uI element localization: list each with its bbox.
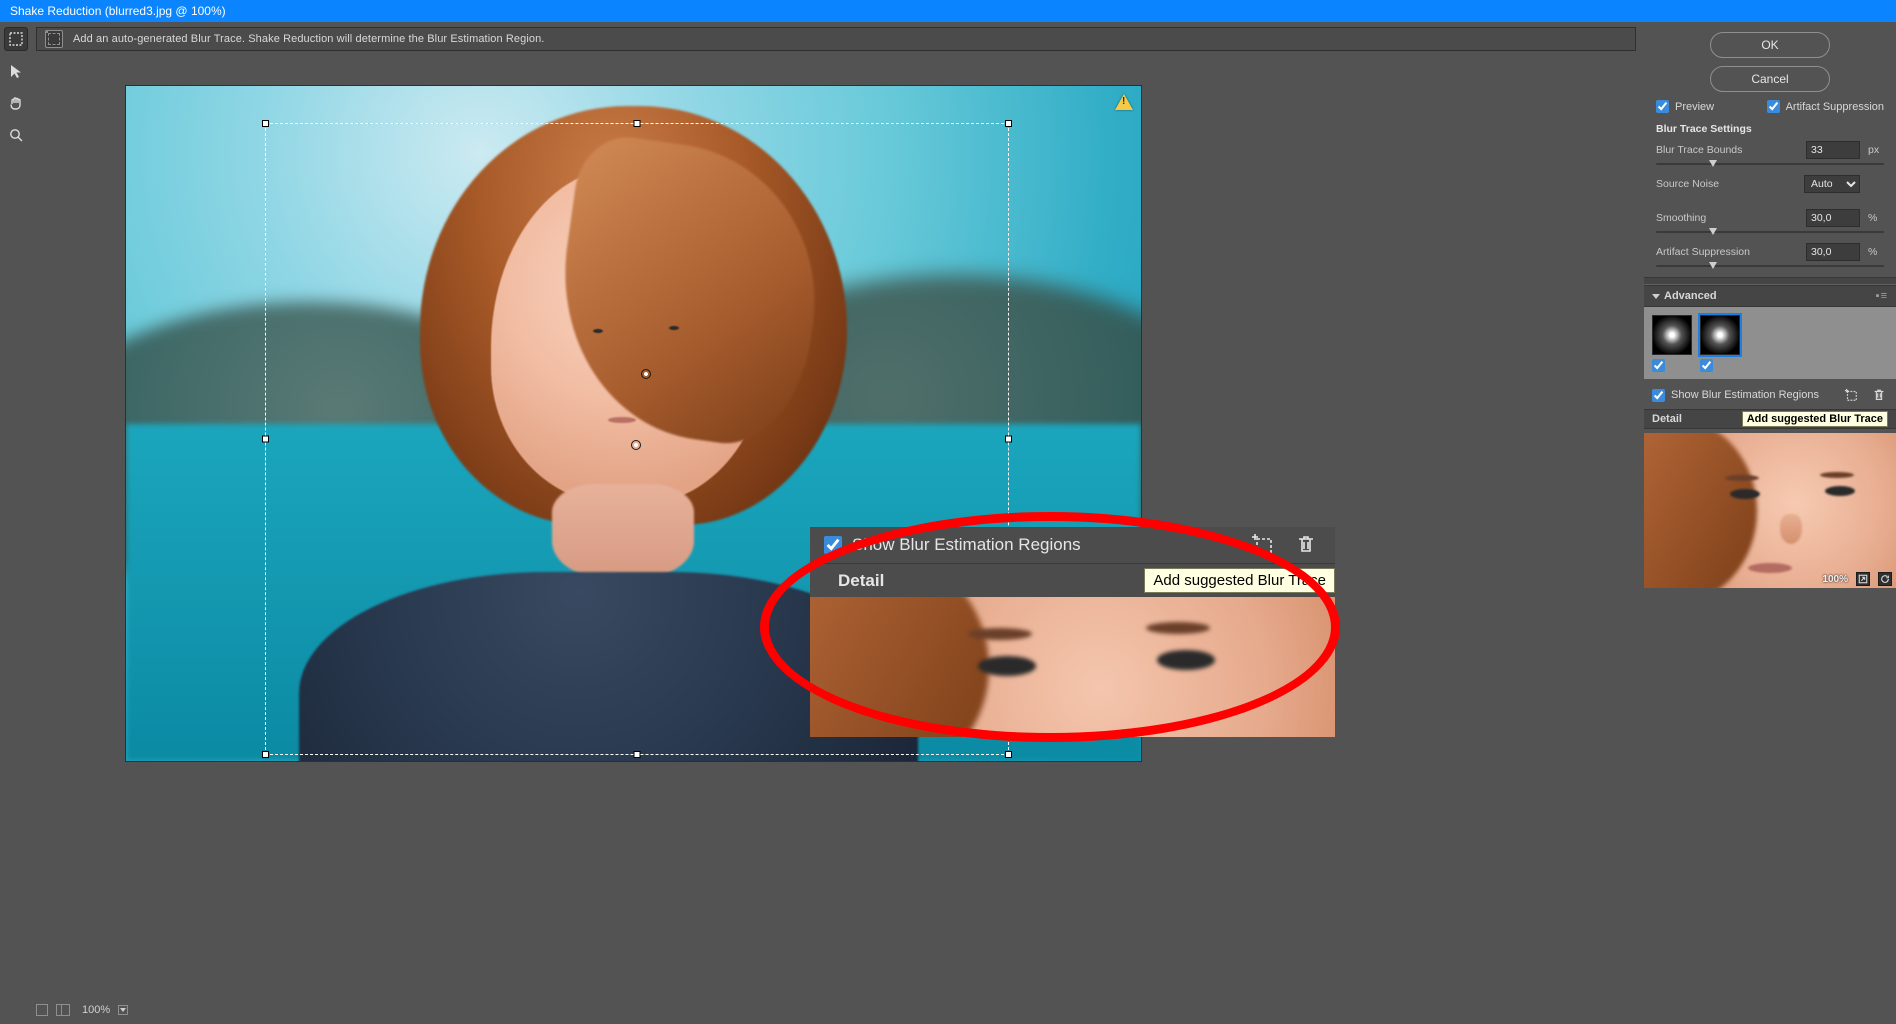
- blur-trace-icon: [45, 30, 63, 48]
- handle-bm[interactable]: [634, 751, 641, 758]
- detail-zoom: 100%: [1822, 574, 1848, 585]
- handle-tl[interactable]: [262, 120, 269, 127]
- callout-detail-label: Detail: [838, 571, 884, 591]
- suppression-label: Artifact Suppression: [1656, 246, 1798, 258]
- smoothing-slider[interactable]: [1656, 231, 1884, 233]
- panel-menu-icon[interactable]: ▪≡: [1876, 290, 1888, 302]
- noise-select[interactable]: Auto: [1804, 175, 1860, 193]
- suppression-input[interactable]: [1806, 243, 1860, 261]
- artifact-label: Artifact Suppression: [1786, 101, 1884, 113]
- undock-icon[interactable]: [1856, 572, 1870, 586]
- bounds-unit: px: [1868, 144, 1884, 156]
- ok-button[interactable]: OK: [1710, 32, 1830, 58]
- view-split-icon[interactable]: [56, 1004, 70, 1016]
- show-regions-checkbox[interactable]: Show Blur Estimation Regions: [1652, 389, 1819, 402]
- add-blur-trace-button[interactable]: [1842, 387, 1860, 403]
- bounds-label: Blur Trace Bounds: [1656, 144, 1798, 156]
- bounds-slider[interactable]: [1656, 163, 1884, 165]
- blur-trace-thumbnails: [1644, 307, 1896, 379]
- trace-thumb-2-check[interactable]: [1700, 359, 1713, 372]
- zoom-tool[interactable]: [4, 123, 28, 147]
- suppression-slider[interactable]: [1656, 265, 1884, 267]
- handle-tm[interactable]: [634, 120, 641, 127]
- handle-bl[interactable]: [262, 751, 269, 758]
- settings-title: Blur Trace Settings: [1656, 123, 1884, 135]
- trace-thumb-2[interactable]: [1700, 315, 1740, 375]
- status-bar: 100%: [36, 1000, 1636, 1020]
- trace-node[interactable]: [631, 440, 641, 450]
- handle-mr[interactable]: [1005, 436, 1012, 443]
- show-regions-label: Show Blur Estimation Regions: [1671, 389, 1819, 401]
- delete-blur-trace-button[interactable]: [1870, 387, 1888, 403]
- preview-checkbox[interactable]: Preview: [1656, 100, 1714, 113]
- smoothing-input[interactable]: [1806, 209, 1860, 227]
- bounds-input[interactable]: [1806, 141, 1860, 159]
- detail-loupe[interactable]: 100%: [1644, 433, 1896, 588]
- callout-show-regions[interactable]: Show Blur Estimation Regions: [824, 535, 1081, 555]
- direct-select-tool[interactable]: [4, 59, 28, 83]
- warning-icon: [1115, 94, 1133, 110]
- preview-label: Preview: [1675, 101, 1714, 113]
- hand-tool[interactable]: [4, 91, 28, 115]
- right-panel: OK Cancel Preview Artifact Suppression B…: [1644, 22, 1896, 1024]
- window-titlebar: Shake Reduction (blurred3.jpg @ 100%): [0, 0, 1896, 22]
- handle-ml[interactable]: [262, 436, 269, 443]
- refresh-icon[interactable]: [1878, 572, 1892, 586]
- trace-thumb-1-check[interactable]: [1652, 359, 1665, 372]
- handle-br[interactable]: [1005, 751, 1012, 758]
- suppression-unit: %: [1868, 246, 1884, 258]
- tool-strip: [4, 27, 32, 147]
- blur-trace-tool[interactable]: [4, 27, 28, 51]
- view-single-icon[interactable]: [36, 1004, 48, 1016]
- annotation-callout: Show Blur Estimation Regions Detail Add …: [810, 527, 1335, 737]
- noise-label: Source Noise: [1656, 178, 1796, 190]
- trace-node[interactable]: [641, 369, 651, 379]
- options-hint: Add an auto-generated Blur Trace. Shake …: [73, 33, 544, 45]
- window-title: Shake Reduction (blurred3.jpg @ 100%): [10, 4, 226, 18]
- trace-thumb-1[interactable]: [1652, 315, 1692, 375]
- cancel-button[interactable]: Cancel: [1710, 66, 1830, 92]
- handle-tr[interactable]: [1005, 120, 1012, 127]
- smoothing-unit: %: [1868, 212, 1884, 224]
- artifact-suppression-checkbox[interactable]: Artifact Suppression: [1767, 100, 1884, 113]
- callout-add-trace-icon[interactable]: [1251, 533, 1273, 558]
- smoothing-label: Smoothing: [1656, 212, 1798, 224]
- add-trace-tooltip: Add suggested Blur Trace: [1742, 411, 1888, 427]
- callout-detail-image: [810, 597, 1335, 737]
- zoom-dropdown-icon[interactable]: [118, 1005, 128, 1015]
- detail-header: Detail Add suggested Blur Trace: [1644, 409, 1896, 429]
- advanced-header[interactable]: Advanced ▪≡: [1644, 285, 1896, 307]
- detail-title: Detail: [1652, 413, 1682, 425]
- options-bar: Add an auto-generated Blur Trace. Shake …: [36, 27, 1636, 51]
- zoom-level[interactable]: 100%: [82, 1004, 110, 1016]
- advanced-title: Advanced: [1664, 290, 1717, 302]
- callout-delete-trace-icon[interactable]: [1295, 533, 1317, 558]
- callout-tooltip: Add suggested Blur Trace: [1144, 568, 1335, 593]
- chevron-down-icon: [1652, 294, 1660, 299]
